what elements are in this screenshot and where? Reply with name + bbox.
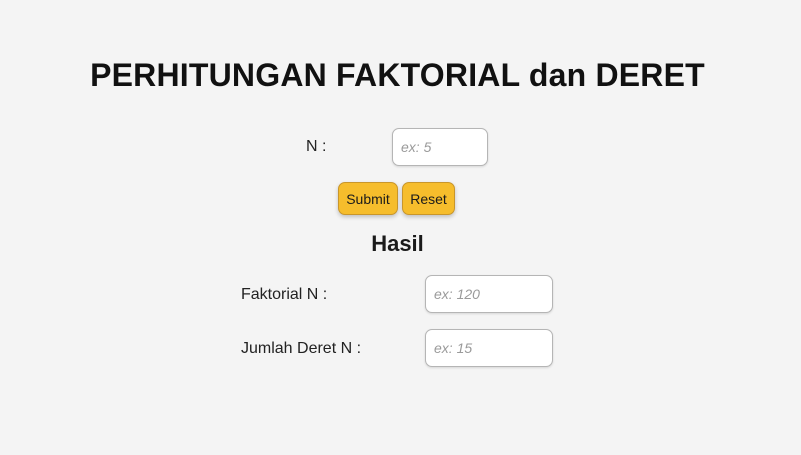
factorial-result-field[interactable]	[425, 275, 553, 313]
page-title: PERHITUNGAN FAKTORIAL dan DERET	[90, 57, 705, 93]
series-sum-label: Jumlah Deret N :	[241, 340, 362, 357]
calculator-page: PERHITUNGAN FAKTORIAL dan DERET N : Subm…	[0, 0, 801, 455]
n-input[interactable]	[392, 128, 488, 166]
reset-button[interactable]: Reset	[402, 182, 455, 215]
series-sum-result-field[interactable]	[425, 329, 553, 367]
n-label: N :	[306, 138, 327, 155]
submit-button[interactable]: Submit	[338, 182, 398, 215]
result-heading: Hasil	[371, 231, 424, 256]
factorial-label: Faktorial N :	[241, 286, 328, 303]
